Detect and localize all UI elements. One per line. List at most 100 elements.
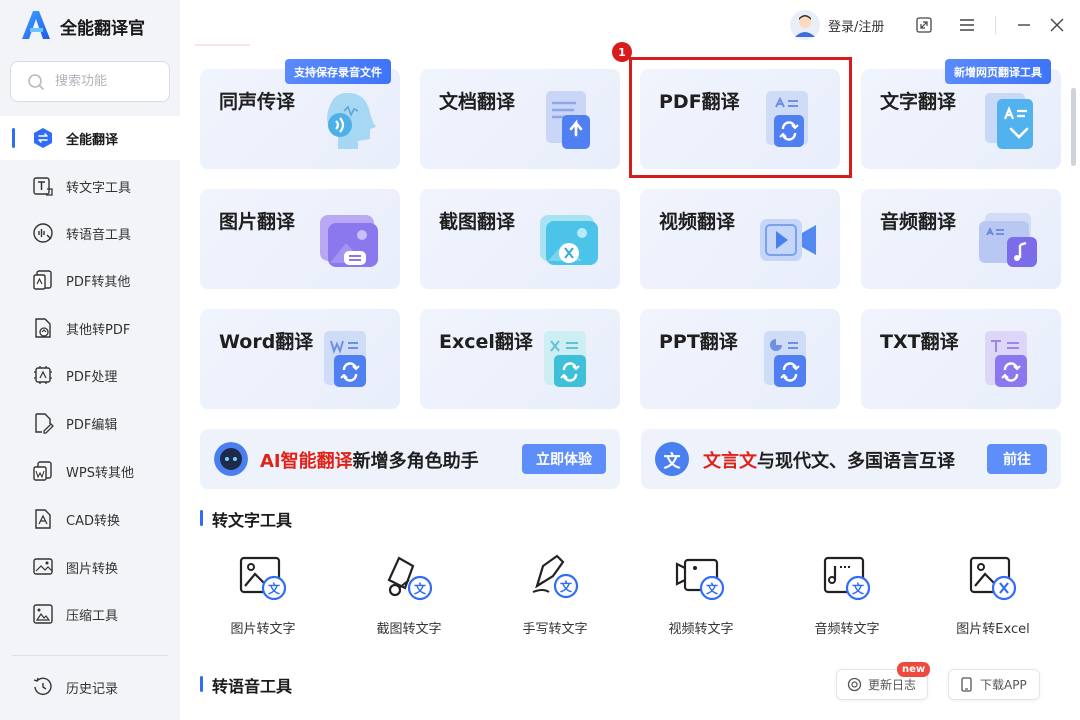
- banner-ai-assistant[interactable]: AI智能翻译新增多角色助手 立即体验: [200, 429, 620, 489]
- card-title: 文档翻译: [439, 91, 516, 113]
- txt-icon: [985, 331, 1027, 387]
- wps-icon: [33, 461, 52, 481]
- sidebar-item-cad[interactable]: CAD转换: [0, 497, 180, 541]
- sidebar-item-voice-tools[interactable]: 转语音工具: [0, 211, 180, 255]
- card-txt[interactable]: TXT翻译: [861, 309, 1061, 409]
- card-audio[interactable]: 音频翻译: [861, 189, 1061, 289]
- sidebar-item-other-to-pdf[interactable]: 其他转PDF: [0, 306, 180, 350]
- tool-image-to-excel[interactable]: 图片转Excel: [933, 552, 1053, 642]
- avatar[interactable]: [790, 10, 820, 40]
- badge-save-recording: 支持保存录音文件: [285, 59, 391, 84]
- sidebar-item-label: PDF转其他: [66, 274, 131, 290]
- sidebar: 全能翻译官 全能翻译 转文字工具 转语音工具 PDF转其他 其他转PDF PDF…: [0, 0, 180, 720]
- image-convert-icon: [33, 558, 53, 575]
- audio-to-text-icon: 文: [823, 556, 871, 601]
- sidebar-item-label: 图片转换: [66, 561, 119, 577]
- menu-icon: [960, 19, 974, 31]
- card-simultaneous[interactable]: 同声传译: [200, 69, 400, 169]
- image-to-text-icon: 文: [239, 556, 287, 601]
- minimize-icon: [1018, 24, 1030, 26]
- search-box[interactable]: [10, 61, 170, 102]
- pdf-translate-icon: [766, 91, 808, 147]
- card-image[interactable]: 图片翻译: [200, 189, 400, 289]
- search-input[interactable]: [55, 74, 155, 89]
- card-title: 截图翻译: [439, 211, 516, 233]
- sidebar-item-compress[interactable]: 压缩工具: [0, 592, 180, 636]
- tool-label: 音频转文字: [814, 622, 880, 637]
- scrollbar[interactable]: [1071, 88, 1076, 166]
- sidebar-item-pdf-process[interactable]: PDF处理: [0, 353, 180, 397]
- tool-video-to-text[interactable]: 文 视频转文字: [641, 552, 761, 642]
- topbar-separator: [995, 16, 996, 34]
- topbar: 登录/注册: [180, 0, 1080, 50]
- tool-handwriting-to-text[interactable]: 文 手写转文字: [495, 552, 615, 642]
- card-document[interactable]: 文档翻译: [420, 69, 620, 169]
- card-title: Word翻译: [219, 331, 314, 353]
- video-to-text-icon: 文: [675, 558, 725, 601]
- excel-icon: [544, 331, 586, 387]
- tool-label: 视频转文字: [668, 622, 734, 637]
- banner-highlight: 文言文: [703, 451, 757, 472]
- banner-classical-chinese[interactable]: 文 文言文与现代文、多国语言互译 前往: [641, 429, 1061, 489]
- cad-icon: [35, 509, 51, 529]
- minimize-button[interactable]: [1013, 14, 1035, 36]
- robot-icon: [214, 442, 248, 476]
- tool-image-to-text[interactable]: 文 图片转文字: [203, 552, 323, 642]
- sidebar-item-pdf-edit[interactable]: PDF编辑: [0, 401, 180, 445]
- card-text[interactable]: 文字翻译: [861, 69, 1061, 169]
- card-title: 音频翻译: [880, 211, 957, 233]
- card-pdf[interactable]: PDF翻译: [640, 69, 840, 169]
- sidebar-divider: [12, 655, 168, 656]
- sidebar-item-history[interactable]: 历史记录: [0, 665, 180, 709]
- card-video[interactable]: 视频翻译: [640, 189, 840, 289]
- search-icon: [28, 73, 45, 90]
- image-to-excel-icon: [969, 556, 1017, 601]
- sidebar-item-text-tools[interactable]: 转文字工具: [0, 164, 180, 208]
- badge-web-translate: 新增网页翻译工具: [945, 59, 1051, 84]
- tool-label: 手写转文字: [522, 622, 588, 637]
- sidebar-item-translate[interactable]: 全能翻译: [0, 116, 180, 160]
- screenshot-to-text-icon: 文: [387, 556, 433, 601]
- text-translate-icon: [985, 93, 1033, 149]
- login-link[interactable]: 登录/注册: [828, 16, 884, 35]
- go-button[interactable]: 前往: [987, 444, 1047, 474]
- section-title-voice-tools: 转语音工具: [200, 673, 292, 697]
- handwriting-to-text-icon: 文: [532, 554, 579, 599]
- sidebar-item-pdf-to-other[interactable]: PDF转其他: [0, 258, 180, 302]
- pdf-export-icon: [33, 270, 52, 290]
- sidebar-item-label: PDF编辑: [66, 417, 118, 433]
- sidebar-item-wps[interactable]: WPS转其他: [0, 449, 180, 493]
- download-app-button[interactable]: 下载APP: [948, 669, 1040, 700]
- card-excel[interactable]: Excel翻译: [420, 309, 620, 409]
- sidebar-item-label: 全能翻译: [66, 132, 119, 148]
- banner-text: AI智能翻译新增多角色助手: [260, 447, 479, 473]
- pdf-import-icon: [35, 318, 51, 338]
- mini-mode-button[interactable]: [913, 14, 935, 36]
- banner-text: 文言文与现代文、多国语言互译: [703, 447, 955, 473]
- menu-button[interactable]: [956, 14, 978, 36]
- changelog-label: 更新日志: [868, 678, 917, 692]
- card-screenshot[interactable]: 截图翻译: [420, 189, 620, 289]
- tool-label: 图片转Excel: [956, 622, 1030, 637]
- banner-rest: 与现代文、多国语言互译: [757, 451, 955, 472]
- tool-screenshot-to-text[interactable]: 文 截图转文字: [349, 552, 469, 642]
- topbar-accent-line: [195, 44, 250, 46]
- card-word[interactable]: Word翻译: [200, 309, 400, 409]
- sidebar-item-label: 转文字工具: [66, 180, 132, 196]
- banner-highlight: AI智能翻译: [260, 451, 353, 472]
- video-icon: [760, 219, 816, 261]
- svg-text:文: 文: [268, 581, 281, 596]
- document-icon: [546, 91, 590, 149]
- text-convert-icon: [33, 177, 53, 196]
- close-button[interactable]: [1046, 14, 1068, 36]
- card-ppt[interactable]: PPT翻译: [640, 309, 840, 409]
- pdf-process-icon: [34, 366, 52, 384]
- pdf-edit-icon: [35, 413, 54, 434]
- tool-audio-to-text[interactable]: 文 音频转文字: [787, 552, 907, 642]
- card-title: 同声传译: [219, 91, 296, 113]
- ppt-icon: [764, 331, 806, 387]
- sidebar-item-image-convert[interactable]: 图片转换: [0, 545, 180, 589]
- try-now-button[interactable]: 立即体验: [522, 444, 606, 474]
- swap-icon: [34, 128, 52, 148]
- card-title: 图片翻译: [219, 211, 296, 233]
